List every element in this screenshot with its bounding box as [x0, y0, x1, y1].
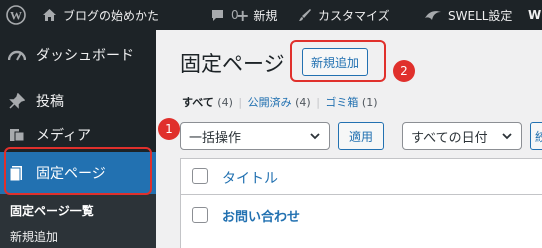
swell-label: SWELL設定 — [448, 8, 513, 23]
page-title: 固定ページ — [180, 52, 285, 76]
swell-icon — [424, 9, 442, 21]
filter-all-count: (4) — [217, 96, 233, 109]
apply-button[interactable]: 適用 — [338, 122, 384, 150]
pages-table: タイトル お問い合わせ — [180, 158, 542, 248]
sidebar-item-label: ダッシュボード — [36, 48, 134, 64]
add-new-page-button[interactable]: 新規追加 — [302, 48, 369, 76]
table-row: お問い合わせ — [181, 196, 542, 236]
adminbar-overflow-item[interactable]: W — [528, 0, 541, 30]
home-icon — [42, 8, 57, 22]
adminbar-overflow-label: W — [528, 8, 542, 22]
row-title-link[interactable]: お問い合わせ — [222, 206, 300, 225]
annotation-badge-2: 2 — [393, 60, 415, 82]
select-all-checkbox[interactable] — [192, 168, 208, 184]
filter-published[interactable]: 公開済み — [248, 96, 292, 109]
annotation-badge-1: 1 — [158, 118, 180, 140]
filter-all[interactable]: すべて — [182, 96, 214, 109]
sidebar-item-pages[interactable]: 固定ページ — [0, 152, 156, 194]
sidebar-item-label: 投稿 — [36, 94, 64, 110]
site-name-link[interactable]: ブログの始めかた — [42, 0, 159, 30]
new-content-link[interactable]: + 新規 — [236, 0, 277, 30]
main-content: 固定ページ 新規追加 すべて (4) | 公開済み (4) | ゴミ箱 (1) … — [156, 30, 542, 248]
brush-icon — [298, 8, 312, 22]
customize-link[interactable]: カスタマイズ — [298, 0, 390, 30]
admin-bar: W ブログの始めかた 0 + 新規 カスタマイズ SWELL設定 W — [0, 0, 542, 30]
svg-text:W: W — [10, 9, 22, 23]
sidebar-item-posts[interactable]: 投稿 — [0, 84, 156, 118]
admin-sidebar: ダッシュボード 投稿 メディア 固定ページ 固定ページ一覧 新規追加 — [0, 30, 156, 248]
status-filter-links: すべて (4) | 公開済み (4) | ゴミ箱 (1) — [182, 94, 378, 110]
date-filter-select[interactable]: すべての日付 — [402, 122, 522, 150]
submenu-item-add-new[interactable]: 新規追加 — [10, 228, 58, 245]
date-filter-value: すべての日付 — [411, 130, 488, 146]
site-name: ブログの始めかた — [63, 8, 160, 23]
table-header: タイトル — [181, 159, 542, 195]
customize-label: カスタマイズ — [318, 8, 390, 23]
row-checkbox[interactable] — [192, 207, 208, 223]
sidebar-item-label: 固定ページ — [36, 166, 106, 182]
comment-bubble-icon — [210, 8, 225, 23]
filter-separator: | — [238, 96, 243, 109]
page-icon — [8, 164, 26, 182]
filter-trash[interactable]: ゴミ箱 — [325, 96, 358, 109]
filter-trash-count: (1) — [361, 96, 378, 109]
sidebar-item-label: メディア — [36, 128, 92, 144]
filter-separator: | — [316, 96, 320, 109]
media-icon — [8, 126, 26, 144]
chevron-down-icon — [501, 130, 513, 146]
swell-settings-link[interactable]: SWELL設定 — [424, 0, 512, 30]
sidebar-item-media[interactable]: メディア — [0, 118, 156, 152]
dashboard-icon — [8, 46, 26, 64]
plus-icon: + — [236, 5, 250, 25]
chevron-down-icon — [309, 130, 321, 146]
filter-published-count: (4) — [295, 96, 311, 109]
pin-icon — [8, 92, 26, 110]
bulk-action-value: 一括操作 — [189, 130, 242, 146]
submenu-item-all-pages[interactable]: 固定ページ一覧 — [10, 202, 94, 219]
filter-button[interactable]: 絞 — [530, 122, 542, 150]
bulk-action-select[interactable]: 一括操作 — [180, 122, 330, 150]
comments-link[interactable]: 0 — [210, 0, 239, 30]
sidebar-item-dashboard[interactable]: ダッシュボード — [0, 38, 156, 72]
column-header-title[interactable]: タイトル — [222, 168, 278, 188]
pages-submenu: 固定ページ一覧 新規追加 — [0, 194, 156, 248]
wordpress-logo-icon[interactable]: W — [6, 0, 28, 30]
new-label: 新規 — [253, 8, 278, 23]
